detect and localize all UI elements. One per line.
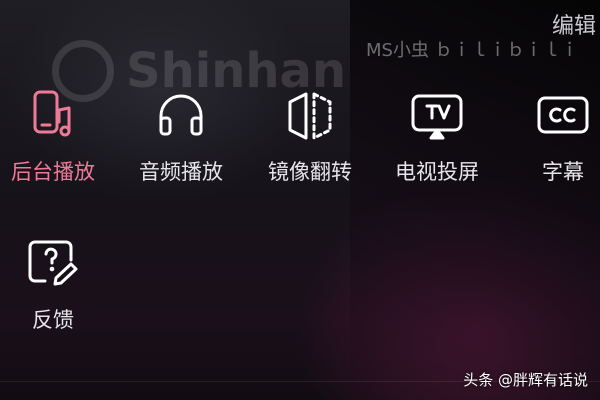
mirror-flip-icon bbox=[282, 88, 338, 144]
screen: Shinhan MS小虫 ｂｉｌｉｂｉｌｉ 编辑 后台播放 音频播放 镜像翻转 … bbox=[0, 0, 600, 400]
menu-item-background-play[interactable]: 后台播放 bbox=[0, 88, 112, 198]
subtitles-cc-icon bbox=[535, 88, 591, 144]
menu-item-subtitles[interactable]: 字幕 bbox=[504, 88, 600, 198]
menu-item-tv-cast[interactable]: 电视投屏 bbox=[378, 88, 496, 198]
menu-item-mirror-flip[interactable]: 镜像翻转 bbox=[251, 88, 369, 198]
menu-item-label: 电视投屏 bbox=[395, 160, 479, 184]
menu-item-audio-play[interactable]: 音频播放 bbox=[122, 88, 240, 198]
headphones-icon bbox=[153, 88, 209, 144]
edit-button[interactable]: 编辑 bbox=[552, 8, 596, 40]
menu-item-feedback[interactable]: 反馈 bbox=[0, 236, 112, 346]
feedback-icon bbox=[25, 236, 81, 292]
source-credit: 头条 @胖辉有话说 bbox=[463, 371, 588, 389]
menu-item-label: 音频播放 bbox=[139, 160, 223, 184]
menu-item-label: 反馈 bbox=[32, 308, 74, 332]
video-overlay-text: MS小虫 ｂｉｌｉｂｉｌｉ bbox=[366, 40, 579, 61]
phone-music-icon bbox=[25, 88, 81, 144]
menu-item-label: 后台播放 bbox=[11, 160, 95, 184]
menu-item-label: 字幕 bbox=[542, 160, 584, 184]
menu-item-label: 镜像翻转 bbox=[268, 160, 352, 184]
tv-cast-icon bbox=[409, 88, 465, 144]
